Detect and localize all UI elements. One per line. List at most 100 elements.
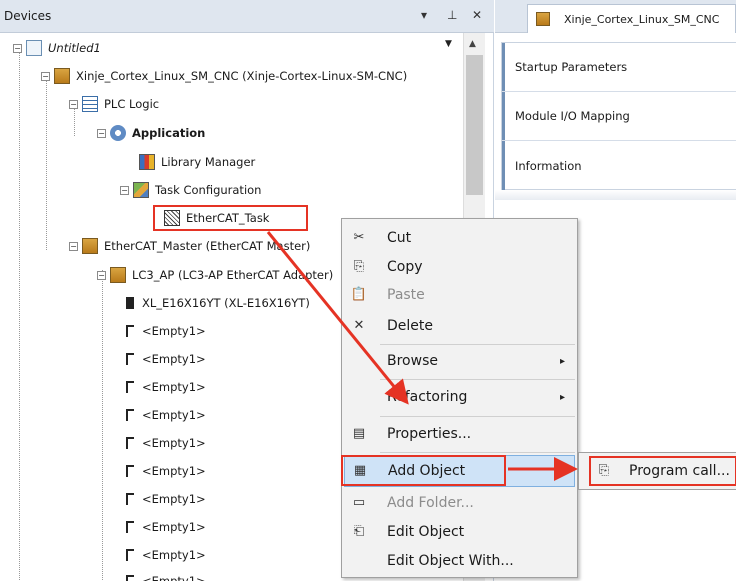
slot-icon	[126, 493, 134, 505]
slot-icon	[126, 437, 134, 449]
pin-icon[interactable]: ⊥	[447, 8, 457, 22]
close-icon[interactable]: ✕	[472, 8, 482, 22]
tree-node-label: <Empty1>	[142, 520, 206, 534]
tree-node-lc3-ap[interactable]: − LC3_AP (LC3-AP EtherCAT Adapter)	[97, 264, 333, 286]
tree-node-empty-slot[interactable]: <Empty1>	[120, 432, 206, 454]
tree-node-label: <Empty1>	[142, 574, 206, 581]
tree-node-empty-slot[interactable]: <Empty1>	[120, 460, 206, 482]
collapse-icon[interactable]: −	[13, 43, 22, 53]
tree-node-ethercat-master[interactable]: − EtherCAT_Master (EtherCAT Master)	[69, 235, 310, 257]
slot-icon	[126, 353, 134, 365]
editor-tab[interactable]: Xinje_Cortex_Linux_SM_CNC	[527, 4, 736, 33]
tree-node-xl-module[interactable]: XL_E16X16YT (XL-E16X16YT)	[120, 292, 310, 314]
collapse-icon[interactable]: −	[120, 185, 129, 195]
program-call-icon: ⎘	[598, 463, 610, 478]
tree-node-label: PLC Logic	[104, 97, 160, 111]
menu-item-browse[interactable]: Browse ▸	[344, 345, 575, 377]
nav-label: Module I/O Mapping	[515, 109, 630, 123]
paste-icon: 📋	[350, 287, 368, 302]
tree-node-label: <Empty1>	[142, 324, 206, 338]
tree-node-application[interactable]: − Application	[97, 122, 205, 144]
tree-node-empty-slot[interactable]: <Empty1>	[120, 320, 206, 342]
tree-node-project[interactable]: − Untitled1	[13, 37, 101, 59]
collapse-icon[interactable]: −	[97, 128, 106, 138]
tree-node-empty-slot[interactable]: <Empty1>	[120, 516, 206, 538]
nav-module-io-mapping[interactable]: Module I/O Mapping	[502, 92, 736, 141]
tree-node-empty-slot[interactable]: <Empty1>	[120, 376, 206, 398]
menu-label: Cut	[387, 230, 412, 246]
menu-label: Refactoring	[387, 389, 468, 405]
tree-node-empty-slot[interactable]: <Empty1>	[120, 488, 206, 510]
menu-item-cut[interactable]: ✂ Cut	[344, 222, 575, 254]
folder-icon: ▭	[352, 495, 366, 510]
collapse-icon[interactable]: −	[41, 71, 50, 81]
menu-label: Delete	[387, 318, 433, 334]
menu-item-add-folder[interactable]: ▭ Add Folder...	[344, 487, 575, 519]
tree-line	[19, 52, 20, 580]
menu-item-properties[interactable]: ▤ Properties...	[344, 418, 575, 450]
menu-item-paste[interactable]: 📋 Paste	[344, 279, 575, 311]
nav-marker	[502, 43, 505, 91]
tree-node-label: <Empty1>	[142, 408, 206, 422]
editor-footer	[495, 190, 736, 200]
menu-item-edit-object[interactable]: ⎗ Edit Object	[344, 516, 575, 548]
panel-title: Devices	[4, 9, 52, 23]
add-object-submenu: ⎘ Program call...	[578, 452, 736, 490]
menu-label: Edit Object With...	[387, 553, 514, 569]
nav-startup-parameters[interactable]: Startup Parameters	[502, 43, 736, 92]
nav-marker	[502, 92, 505, 140]
nav-label: Startup Parameters	[515, 60, 628, 74]
tree-node-label: Library Manager	[161, 155, 256, 169]
tree-node-label: EtherCAT_Master (EtherCAT Master)	[104, 239, 311, 253]
tree-node-device[interactable]: − Xinje_Cortex_Linux_SM_CNC (Xinje-Corte…	[41, 65, 407, 87]
tree-node-label: <Empty1>	[142, 352, 206, 366]
dropdown-icon[interactable]: ▾	[421, 8, 427, 22]
tree-node-label: Task Configuration	[155, 183, 262, 197]
ethercat-task-highlight	[153, 205, 308, 231]
add-object-highlight	[341, 455, 506, 486]
tree-node-plc-logic[interactable]: − PLC Logic	[69, 93, 159, 115]
collapse-icon[interactable]: −	[69, 99, 78, 109]
scroll-thumb[interactable]	[466, 55, 483, 195]
nav-label: Information	[515, 158, 582, 173]
menu-separator	[380, 416, 575, 417]
submenu-arrow-icon: ▸	[558, 465, 564, 477]
menu-item-delete[interactable]: ✕ Delete	[344, 310, 575, 342]
tree-node-empty-slot[interactable]: <Empty1>	[120, 570, 206, 581]
tree-node-empty-slot[interactable]: <Empty1>	[120, 348, 206, 370]
device-icon	[536, 12, 550, 26]
nav-information[interactable]: Information	[502, 141, 736, 190]
tree-line	[46, 80, 47, 250]
tree-node-task-configuration[interactable]: − Task Configuration	[120, 179, 261, 201]
library-icon	[139, 154, 155, 170]
properties-icon: ▤	[352, 426, 366, 441]
tree-line	[102, 270, 103, 580]
collapse-icon[interactable]: −	[69, 241, 78, 251]
menu-separator	[380, 452, 575, 453]
tree-node-empty-slot[interactable]: <Empty1>	[120, 404, 206, 426]
edit-object-icon: ⎗	[353, 524, 365, 539]
tree-node-label: <Empty1>	[142, 492, 206, 506]
slot-icon	[126, 521, 134, 533]
slot-icon	[126, 409, 134, 421]
tree-node-library-manager[interactable]: Library Manager	[139, 151, 255, 173]
task-config-icon	[133, 182, 149, 198]
context-menu: ✂ Cut ⎘ Copy 📋 Paste ✕ Delete Browse ▸ R…	[341, 218, 578, 578]
menu-item-program-call[interactable]: ⎘ Program call...	[589, 456, 736, 486]
scroll-up-icon[interactable]: ▲	[469, 39, 476, 49]
menu-label: Paste	[387, 287, 425, 303]
menu-item-edit-object-with[interactable]: Edit Object With...	[344, 545, 575, 577]
collapse-icon[interactable]: −	[97, 270, 106, 280]
tree-node-label: <Empty1>	[142, 436, 206, 450]
menu-item-refactoring[interactable]: Refactoring ▸	[344, 381, 575, 413]
cut-icon: ✂	[353, 230, 365, 245]
slot-icon	[126, 381, 134, 393]
tree-dropdown-icon[interactable]: ▼	[445, 39, 452, 49]
device-icon	[82, 238, 98, 254]
module-icon	[126, 297, 134, 309]
menu-label: Properties...	[387, 426, 472, 442]
menu-label: Edit Object	[387, 524, 465, 540]
tree-node-empty-slot[interactable]: <Empty1>	[120, 544, 206, 566]
application-gear-icon	[110, 125, 126, 141]
slot-icon	[126, 575, 134, 581]
